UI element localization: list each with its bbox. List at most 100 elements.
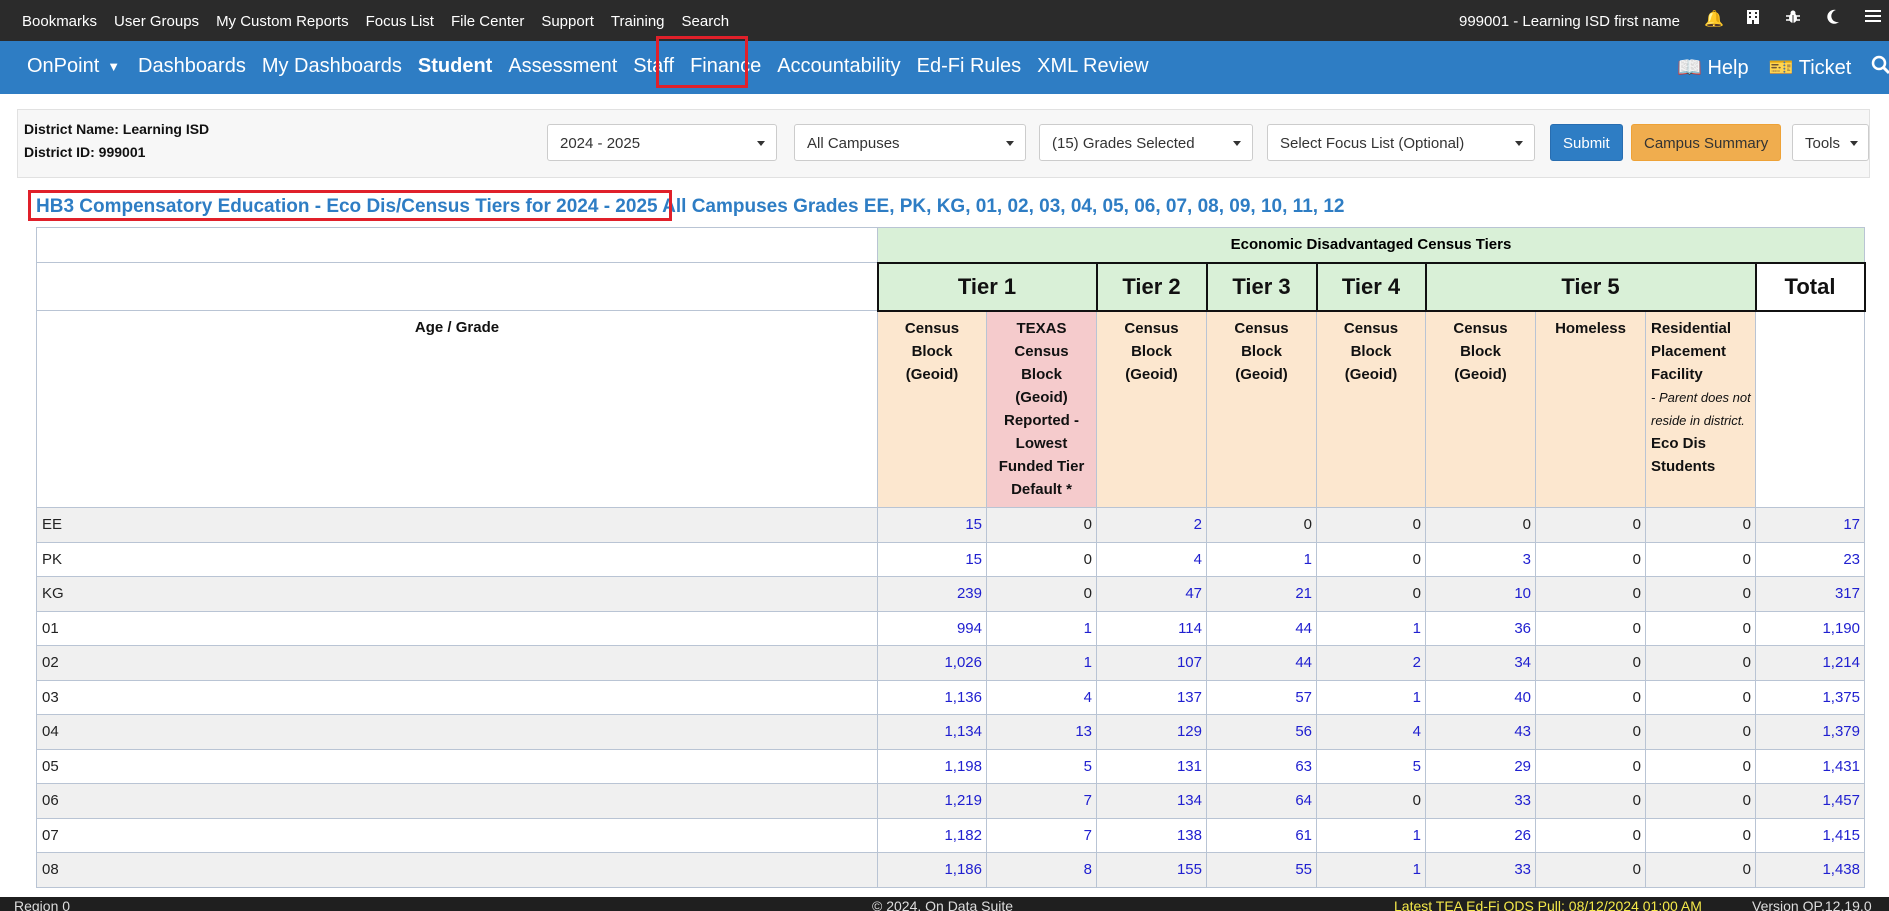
cell-t2[interactable]: 138 (1096, 817, 1207, 853)
cell-total[interactable]: 1,431 (1755, 748, 1865, 784)
cell-t3[interactable]: 55 (1206, 852, 1317, 888)
user-groups-link[interactable]: User Groups (114, 13, 199, 30)
building-icon[interactable] (1744, 9, 1762, 30)
cell-t5[interactable]: 33 (1425, 852, 1536, 888)
cell-t2[interactable]: 155 (1096, 852, 1207, 888)
menu-icon[interactable] (1864, 9, 1882, 30)
cell-t3[interactable]: 21 (1206, 576, 1317, 612)
cell-t3[interactable]: 1 (1206, 541, 1317, 577)
search-icon[interactable] (1871, 55, 1889, 81)
cell-total[interactable]: 1,438 (1755, 852, 1865, 888)
cell-t3[interactable]: 56 (1206, 714, 1317, 750)
user-label[interactable]: 999001 - Learning ISD first name (1459, 13, 1680, 30)
cell-t4[interactable]: 4 (1316, 714, 1426, 750)
cell-tx[interactable]: 1 (986, 610, 1097, 646)
cell-t4[interactable]: 1 (1316, 679, 1426, 715)
year-select[interactable]: 2024 - 2025 (547, 124, 777, 161)
cell-t5[interactable]: 29 (1425, 748, 1536, 784)
cell-t5[interactable]: 40 (1425, 679, 1536, 715)
training-link[interactable]: Training (611, 13, 665, 30)
cell-total[interactable]: 1,214 (1755, 645, 1865, 681)
cell-t1[interactable]: 1,182 (877, 817, 987, 853)
nav-my-dashboards[interactable]: My Dashboards (262, 55, 402, 78)
cell-t4[interactable]: 1 (1316, 852, 1426, 888)
cell-t3[interactable]: 44 (1206, 610, 1317, 646)
my-custom-reports-link[interactable]: My Custom Reports (216, 13, 349, 30)
cell-tx[interactable]: 7 (986, 817, 1097, 853)
cell-t2[interactable]: 114 (1096, 610, 1207, 646)
cell-t1[interactable]: 1,136 (877, 679, 987, 715)
ticket-link[interactable]: 🎫 Ticket (1769, 55, 1852, 81)
cell-tx[interactable]: 5 (986, 748, 1097, 784)
cell-tx[interactable]: 8 (986, 852, 1097, 888)
cell-t3[interactable]: 44 (1206, 645, 1317, 681)
cell-total[interactable]: 1,379 (1755, 714, 1865, 750)
cell-t2[interactable]: 134 (1096, 783, 1207, 819)
campus-summary-button[interactable]: Campus Summary (1631, 124, 1782, 161)
search-link[interactable]: Search (682, 13, 730, 30)
cell-t5[interactable]: 10 (1425, 576, 1536, 612)
cell-t2[interactable]: 137 (1096, 679, 1207, 715)
tools-button[interactable]: Tools (1792, 124, 1869, 161)
cell-t5[interactable]: 33 (1425, 783, 1536, 819)
cell-tx[interactable]: 13 (986, 714, 1097, 750)
cell-t1[interactable]: 239 (877, 576, 987, 612)
submit-button[interactable]: Submit (1550, 124, 1623, 161)
cell-t1[interactable]: 1,186 (877, 852, 987, 888)
cell-tx[interactable]: 4 (986, 679, 1097, 715)
cell-t5[interactable]: 43 (1425, 714, 1536, 750)
focus-list-link[interactable]: Focus List (366, 13, 434, 30)
support-link[interactable]: Support (541, 13, 594, 30)
cell-tx[interactable]: 1 (986, 645, 1097, 681)
cell-total[interactable]: 317 (1755, 576, 1865, 612)
cell-total[interactable]: 1,375 (1755, 679, 1865, 715)
cell-t3[interactable]: 61 (1206, 817, 1317, 853)
cell-tx[interactable]: 7 (986, 783, 1097, 819)
cell-t1[interactable]: 994 (877, 610, 987, 646)
cell-t4[interactable]: 1 (1316, 610, 1426, 646)
nav-assessment[interactable]: Assessment (508, 55, 617, 78)
nav-accountability[interactable]: Accountability (777, 55, 900, 78)
cell-t5[interactable]: 26 (1425, 817, 1536, 853)
onpoint-menu[interactable]: OnPoint ▼ (27, 55, 120, 78)
cell-total[interactable]: 1,190 (1755, 610, 1865, 646)
moon-icon[interactable] (1824, 9, 1842, 30)
nav-finance[interactable]: Finance (690, 55, 761, 78)
cell-t5[interactable]: 36 (1425, 610, 1536, 646)
nav-student[interactable]: Student (418, 55, 492, 78)
nav-staff[interactable]: Staff (633, 55, 674, 78)
cell-t3[interactable]: 64 (1206, 783, 1317, 819)
file-center-link[interactable]: File Center (451, 13, 524, 30)
cell-t4[interactable]: 2 (1316, 645, 1426, 681)
cell-total[interactable]: 1,415 (1755, 817, 1865, 853)
cell-t4[interactable]: 5 (1316, 748, 1426, 784)
cell-t1[interactable]: 15 (877, 507, 987, 543)
campus-select[interactable]: All Campuses (794, 124, 1026, 161)
cell-t1[interactable]: 1,219 (877, 783, 987, 819)
cell-t5[interactable]: 34 (1425, 645, 1536, 681)
cell-t4[interactable]: 1 (1316, 817, 1426, 853)
bell-icon[interactable]: 🔔 (1704, 9, 1724, 30)
cell-total[interactable]: 17 (1755, 507, 1865, 543)
cell-t2[interactable]: 107 (1096, 645, 1207, 681)
cell-total[interactable]: 23 (1755, 541, 1865, 577)
cell-total[interactable]: 1,457 (1755, 783, 1865, 819)
focus-list-select[interactable]: Select Focus List (Optional) (1267, 124, 1535, 161)
nav-ed-fi-rules[interactable]: Ed-Fi Rules (917, 55, 1021, 78)
nav-xml-review[interactable]: XML Review (1037, 55, 1149, 78)
cell-t2[interactable]: 2 (1096, 507, 1207, 543)
bookmarks-link[interactable]: Bookmarks (22, 13, 97, 30)
grades-select[interactable]: (15) Grades Selected (1039, 124, 1253, 161)
cell-t2[interactable]: 131 (1096, 748, 1207, 784)
cell-t1[interactable]: 15 (877, 541, 987, 577)
cell-t2[interactable]: 47 (1096, 576, 1207, 612)
bug-icon[interactable] (1784, 9, 1802, 30)
cell-t1[interactable]: 1,198 (877, 748, 987, 784)
cell-t2[interactable]: 129 (1096, 714, 1207, 750)
cell-t2[interactable]: 4 (1096, 541, 1207, 577)
cell-t1[interactable]: 1,026 (877, 645, 987, 681)
cell-t1[interactable]: 1,134 (877, 714, 987, 750)
cell-t5[interactable]: 3 (1425, 541, 1536, 577)
help-link[interactable]: 📖 Help (1677, 55, 1749, 81)
cell-t3[interactable]: 63 (1206, 748, 1317, 784)
